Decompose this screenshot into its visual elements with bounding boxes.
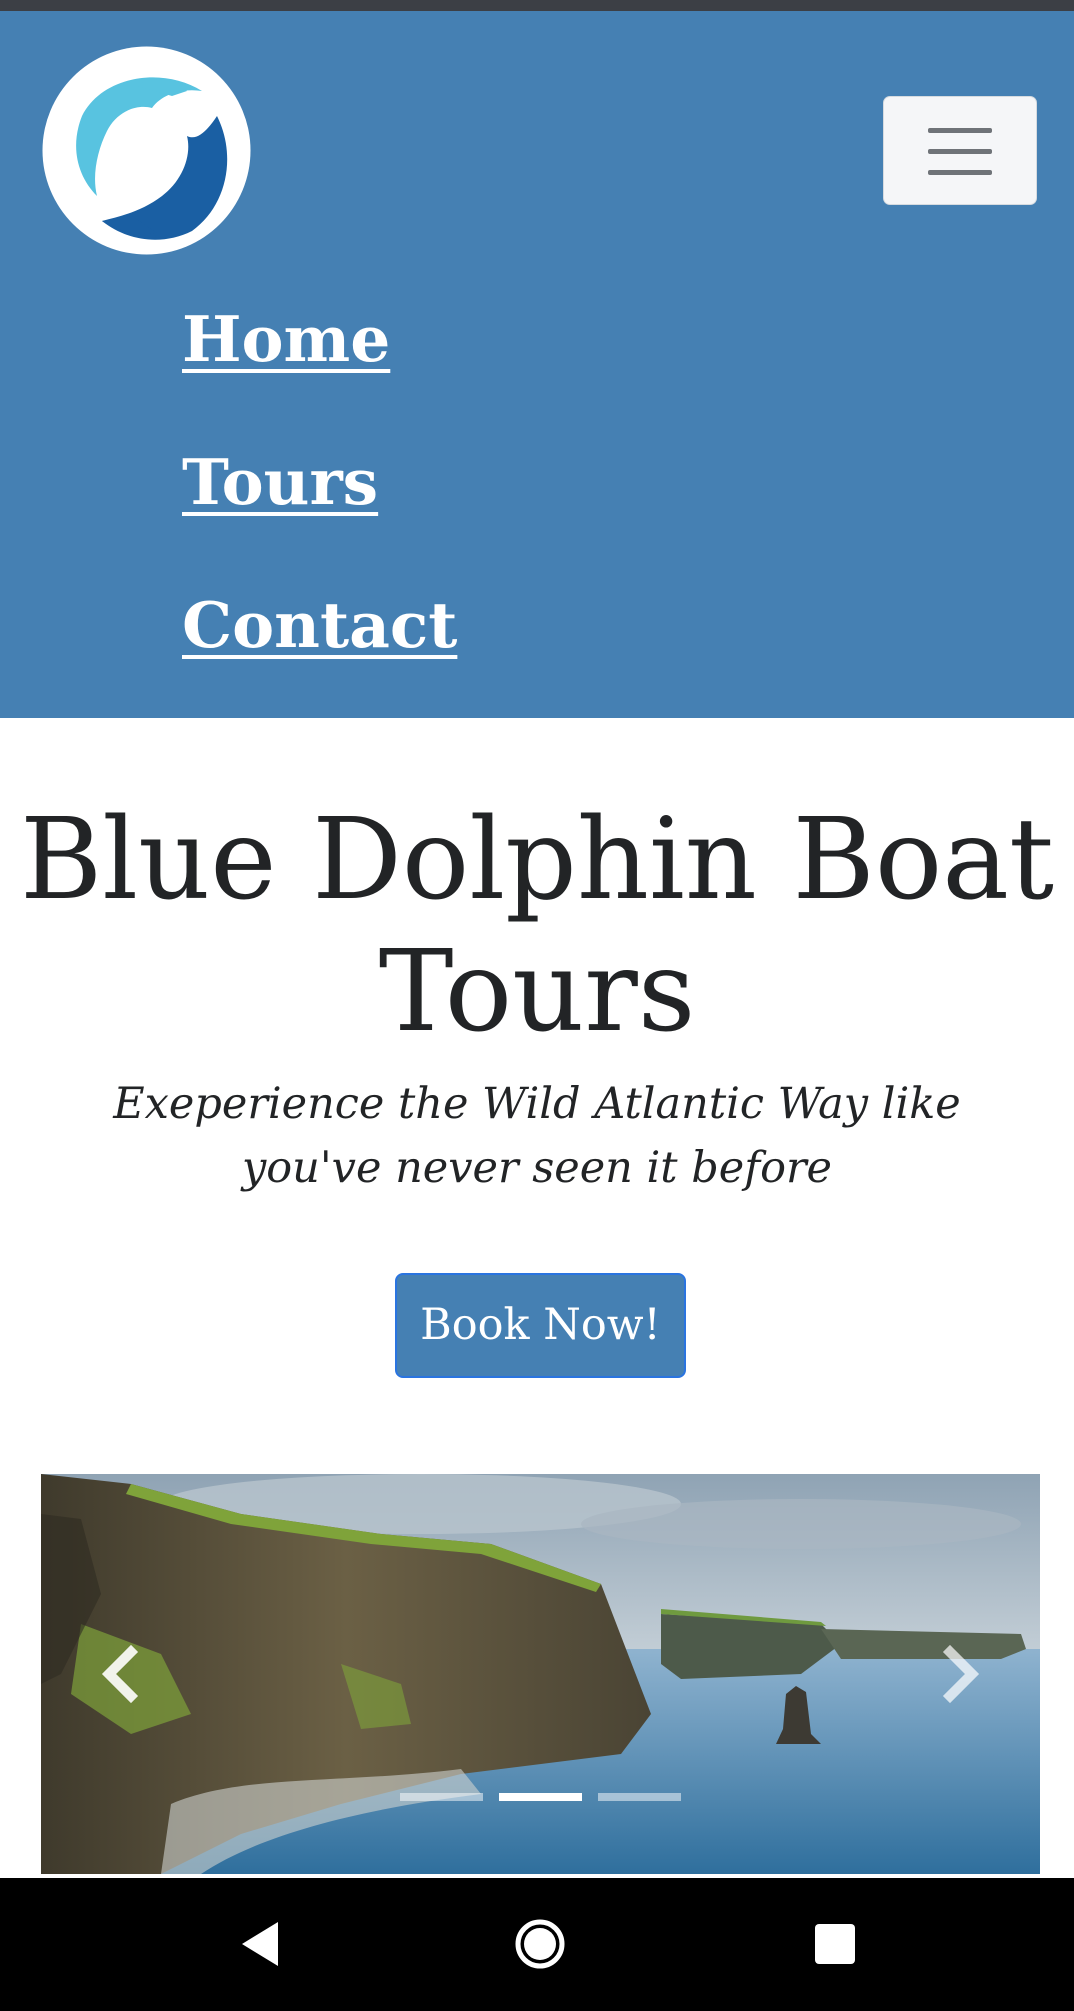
recents-square-icon (815, 1924, 855, 1964)
chevron-right-icon (942, 1644, 980, 1704)
carousel-next-button[interactable] (920, 1614, 1000, 1734)
carousel-indicator-2[interactable] (499, 1793, 582, 1801)
navbar-toggle-button[interactable] (883, 96, 1037, 205)
dolphin-logo-icon[interactable] (42, 46, 251, 255)
book-now-button[interactable]: Book Now! (395, 1273, 686, 1378)
hero-subtitle: Exeperience the Wild Atlantic Way like y… (113, 1079, 961, 1193)
home-button[interactable] (500, 1904, 580, 1984)
cliffs-of-moher-image (41, 1474, 1040, 1874)
hamburger-menu-icon (928, 128, 992, 133)
recents-button[interactable] (794, 1904, 874, 1984)
chevron-left-icon (101, 1644, 139, 1704)
navbar: Home Tours Contact (0, 11, 1074, 718)
nav-link-home[interactable]: Home (182, 301, 390, 377)
carousel-prev-button[interactable] (81, 1614, 161, 1734)
back-button[interactable] (220, 1904, 300, 1984)
carousel-indicators (41, 1793, 1040, 1801)
carousel-indicator-3[interactable] (598, 1793, 681, 1801)
page-title: Blue Dolphin Boat Tours (19, 795, 1055, 1057)
nav-link-contact[interactable]: Contact (182, 587, 457, 663)
image-carousel (41, 1474, 1040, 1874)
carousel-indicator-1[interactable] (400, 1793, 483, 1801)
status-bar (0, 0, 1074, 11)
system-navigation-bar (0, 1878, 1074, 2011)
hamburger-bar (928, 170, 992, 175)
nav-link-tours[interactable]: Tours (182, 444, 378, 520)
back-triangle-icon (242, 1922, 278, 1966)
home-circle-icon (515, 1919, 565, 1969)
hamburger-bar (928, 149, 992, 154)
